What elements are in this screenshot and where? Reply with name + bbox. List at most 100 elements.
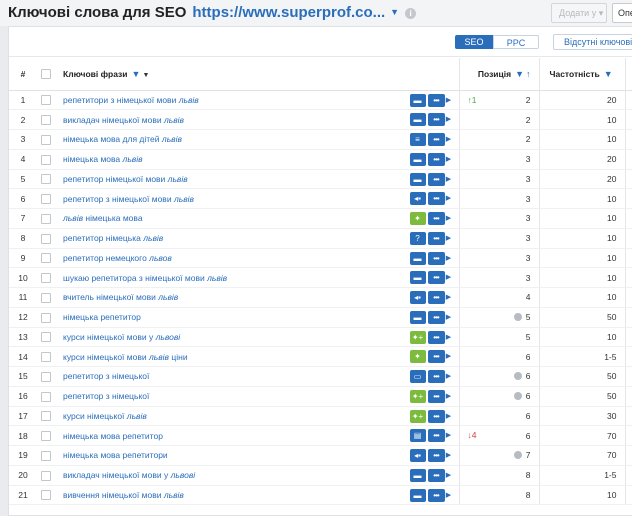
- chat-icon[interactable]: ▬: [409, 152, 426, 166]
- chevron-right-icon[interactable]: ▶: [445, 390, 453, 403]
- chevron-right-icon[interactable]: ▶: [445, 429, 453, 442]
- more-icon[interactable]: •••: [427, 330, 445, 344]
- more-icon[interactable]: •••: [427, 449, 445, 462]
- chevron-right-icon[interactable]: ▶: [445, 212, 453, 225]
- more-icon[interactable]: •••: [427, 93, 445, 107]
- row-checkbox[interactable]: [41, 174, 51, 185]
- keyword-link[interactable]: курси німецької львів: [59, 411, 147, 421]
- keyword-link[interactable]: львів німецька мова: [59, 213, 143, 223]
- keyword-link[interactable]: репетитор з німецької: [59, 371, 149, 381]
- keyword-link[interactable]: вчитель німецької мови львів: [59, 292, 178, 302]
- chevron-right-icon[interactable]: ▶: [445, 173, 453, 186]
- tab-seo[interactable]: SEO: [455, 35, 493, 49]
- chat-icon[interactable]: ▬: [409, 310, 426, 324]
- chat-icon[interactable]: ▬: [409, 488, 426, 502]
- more-icon[interactable]: •••: [427, 468, 445, 482]
- more-icon[interactable]: •••: [427, 231, 445, 245]
- row-checkbox[interactable]: [41, 253, 51, 264]
- chevron-right-icon[interactable]: ▶: [445, 350, 453, 363]
- sparkle-icon[interactable]: ✦: [409, 350, 426, 364]
- filter-icon[interactable]: ▼: [604, 69, 613, 79]
- keyword-link[interactable]: німецька мова репетитор: [59, 431, 163, 441]
- column-header-frequency[interactable]: Частотність ▼: [539, 58, 626, 91]
- table-row[interactable]: 15 репетитор з німецької ▭ ••• ▶ 6 50: [9, 366, 632, 387]
- keyword-link[interactable]: німецька мова львів: [59, 154, 143, 164]
- select-all-checkbox[interactable]: [41, 69, 51, 80]
- more-icon[interactable]: •••: [427, 389, 445, 403]
- sign-icon[interactable]: ◂▪: [409, 291, 426, 304]
- keyword-link[interactable]: німецька репетитор: [59, 312, 141, 322]
- keyword-link[interactable]: репетитор з німецької мови львів: [59, 194, 194, 204]
- table-row[interactable]: 14 курси німецької мови львів ціни ✦ ••• ▶ 6 1…: [9, 346, 632, 367]
- question-icon[interactable]: ?: [409, 231, 426, 245]
- image-icon[interactable]: ▤: [409, 429, 426, 443]
- info-icon[interactable]: i: [405, 8, 417, 19]
- table-row[interactable]: 2 викладач німецької мови львів ▬ ••• ▶ 2 10: [9, 109, 632, 130]
- row-checkbox[interactable]: [41, 490, 51, 501]
- row-checkbox[interactable]: [41, 115, 51, 125]
- row-checkbox[interactable]: [41, 154, 51, 165]
- sort-asc-icon[interactable]: ↑: [526, 69, 531, 79]
- more-icon[interactable]: •••: [427, 113, 445, 127]
- row-checkbox[interactable]: [41, 233, 51, 244]
- keyword-link[interactable]: вивчення німецької мови львів: [59, 490, 184, 500]
- tab-ppc[interactable]: PPC: [493, 35, 539, 49]
- table-row[interactable]: 13 курси німецької мови у львові ✦+ ••• ▶ 5 10: [9, 327, 632, 348]
- chevron-right-icon[interactable]: ▶: [445, 271, 453, 284]
- row-checkbox[interactable]: [41, 470, 51, 481]
- more-icon[interactable]: •••: [427, 271, 445, 285]
- table-row[interactable]: 8 репетитор німецька львів? ••• ▶ 3 10: [9, 228, 632, 249]
- chevron-right-icon[interactable]: ▶: [445, 153, 453, 166]
- more-icon[interactable]: •••: [427, 310, 445, 324]
- more-icon[interactable]: •••: [427, 212, 445, 225]
- more-icon[interactable]: •••: [427, 192, 445, 206]
- chevron-right-icon[interactable]: ▶: [445, 449, 453, 462]
- keyword-link[interactable]: репетитор німецька львів: [59, 233, 163, 243]
- chat-icon[interactable]: ▬: [409, 113, 426, 127]
- keyword-link[interactable]: репетитори з німецької мови львів: [59, 95, 199, 105]
- keyword-link[interactable]: шукаю репетитора з німецької мови львів: [59, 273, 227, 283]
- chevron-right-icon[interactable]: ▶: [445, 311, 453, 324]
- sparkles-icon[interactable]: ✦+: [409, 409, 426, 423]
- table-row[interactable]: 3 німецька мова для дітей львів ≡ ••• ▶ 2 10: [9, 129, 632, 150]
- chevron-right-icon[interactable]: ▶: [445, 410, 453, 423]
- more-icon[interactable]: •••: [427, 291, 445, 304]
- row-checkbox[interactable]: [41, 213, 51, 224]
- table-row[interactable]: 11 вчитель німецької мови львів ◂▪ ••• ▶ 4 10: [9, 287, 632, 308]
- table-row[interactable]: 19 німецька мова репетитори ◂▪ ••• ▶ 7 70: [9, 445, 632, 466]
- chevron-right-icon[interactable]: ▶: [445, 291, 453, 304]
- keyword-link[interactable]: курси німецької мови у львові: [59, 332, 180, 342]
- chevron-right-icon[interactable]: ▶: [445, 331, 453, 344]
- column-header-position[interactable]: Позиція ▼ ↑: [459, 58, 540, 91]
- row-checkbox[interactable]: [41, 371, 51, 382]
- operations-button[interactable]: Опе: [612, 3, 632, 23]
- row-checkbox[interactable]: [41, 312, 51, 323]
- add-to-button[interactable]: Додати у ▾: [551, 3, 607, 23]
- row-checkbox[interactable]: [41, 391, 51, 402]
- keyword-link[interactable]: репетитор німецької мови львів: [59, 174, 188, 184]
- missing-keywords-button[interactable]: Відсутні ключові с: [553, 34, 632, 50]
- chat-icon[interactable]: ▬: [409, 251, 426, 265]
- sign-icon[interactable]: ◂▪: [409, 449, 426, 462]
- column-header-keyword[interactable]: Ключові фрази ▼ ▼: [59, 58, 460, 91]
- table-row[interactable]: 10 шукаю репетитора з німецької мови льві…: [9, 267, 632, 288]
- sparkles-icon[interactable]: ✦+: [409, 330, 426, 344]
- table-row[interactable]: 5 репетитор німецької мови львів ▬ ••• ▶ 3 20: [9, 169, 632, 190]
- chat-icon[interactable]: ▬: [409, 93, 426, 107]
- chevron-right-icon[interactable]: ▶: [445, 133, 453, 146]
- more-icon[interactable]: •••: [427, 429, 445, 443]
- table-row[interactable]: 20 викладач німецької мови у львові ▬ ••• ▶ 8…: [9, 465, 632, 486]
- domain-selector[interactable]: https://www.superprof.co...: [192, 4, 385, 21]
- table-row[interactable]: 9 репетитор немецкого львов ▬ ••• ▶ 3 10: [9, 248, 632, 269]
- more-icon[interactable]: •••: [427, 350, 445, 364]
- filter-icon[interactable]: ▼: [132, 69, 141, 79]
- chevron-right-icon[interactable]: ▶: [445, 252, 453, 265]
- chat-icon[interactable]: ▬: [409, 271, 426, 285]
- row-checkbox[interactable]: [41, 411, 51, 422]
- table-row[interactable]: 21 вивчення німецької мови львів ▬ ••• ▶ 8 10: [9, 485, 632, 506]
- more-icon[interactable]: •••: [427, 152, 445, 166]
- keyword-link[interactable]: німецька мова для дітей львів: [59, 134, 182, 144]
- keyword-link[interactable]: репетитор немецкого львов: [59, 253, 172, 263]
- sparkle-icon[interactable]: ✦: [409, 212, 426, 225]
- chevron-right-icon[interactable]: ▶: [445, 232, 453, 245]
